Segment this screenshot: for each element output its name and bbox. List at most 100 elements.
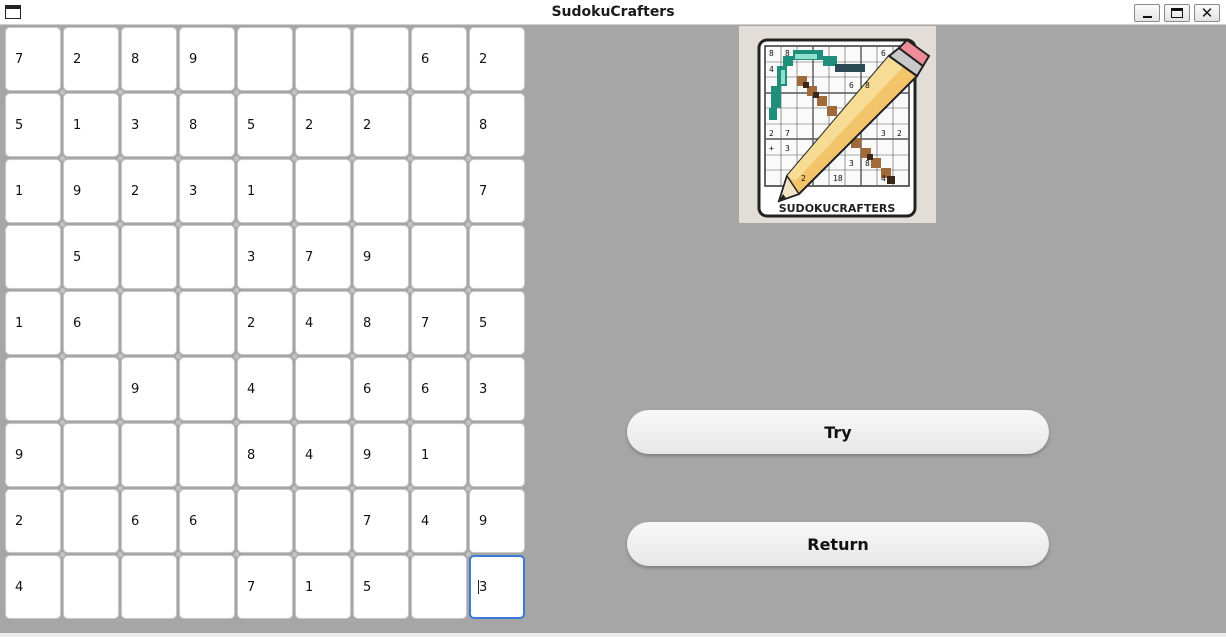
sudoku-cell[interactable]: 9	[179, 27, 235, 91]
sudoku-cell[interactable]: 3	[469, 555, 525, 619]
sudoku-cell[interactable]: 2	[5, 489, 61, 553]
sudoku-cell[interactable]: 4	[295, 291, 351, 355]
sudoku-cell[interactable]: 8	[179, 93, 235, 157]
sudoku-cell[interactable]: 1	[295, 555, 351, 619]
sudoku-cell[interactable]: 2	[121, 159, 177, 223]
sudoku-cell[interactable]: 8	[469, 93, 525, 157]
sudoku-cell[interactable]: 1	[411, 423, 467, 487]
sudoku-cell[interactable]: 9	[353, 225, 409, 289]
sudoku-cell[interactable]	[63, 423, 119, 487]
sudoku-cell[interactable]	[237, 27, 293, 91]
sudoku-cell[interactable]	[411, 159, 467, 223]
sudoku-cell[interactable]	[63, 357, 119, 421]
sudoku-cell[interactable]: 2	[353, 93, 409, 157]
sudoku-cell[interactable]: 3	[179, 159, 235, 223]
sudoku-cell[interactable]: 2	[63, 27, 119, 91]
sudoku-cell[interactable]: 9	[469, 489, 525, 553]
svg-text:2: 2	[897, 129, 902, 138]
sudoku-cell[interactable]: 7	[469, 159, 525, 223]
sudoku-cell[interactable]: 8	[121, 27, 177, 91]
sudoku-cell[interactable]	[295, 357, 351, 421]
sudoku-cell[interactable]: 9	[5, 423, 61, 487]
try-button[interactable]: Try	[627, 410, 1049, 454]
sudoku-cell[interactable]: 5	[63, 225, 119, 289]
sudoku-cell[interactable]: 3	[469, 357, 525, 421]
sudoku-cell[interactable]	[411, 555, 467, 619]
grid-junction	[117, 155, 123, 161]
cell-value: 9	[363, 249, 372, 265]
grid-junction	[407, 155, 413, 161]
grid-junction	[59, 419, 65, 425]
grid-junction	[465, 419, 471, 425]
sudoku-cell[interactable]: 1	[5, 291, 61, 355]
sudoku-cell[interactable]	[179, 357, 235, 421]
sudoku-cell[interactable]: 4	[5, 555, 61, 619]
sudoku-cell[interactable]	[469, 423, 525, 487]
sudoku-cell[interactable]: 6	[121, 489, 177, 553]
sudoku-cell[interactable]	[121, 225, 177, 289]
sudoku-cell[interactable]: 5	[237, 93, 293, 157]
sudoku-cell[interactable]	[63, 489, 119, 553]
sudoku-cell[interactable]	[411, 225, 467, 289]
sudoku-cell[interactable]: 6	[411, 357, 467, 421]
sudoku-cell[interactable]: 8	[237, 423, 293, 487]
sudoku-cell[interactable]	[179, 555, 235, 619]
sudoku-cell[interactable]	[63, 555, 119, 619]
sudoku-cell[interactable]: 8	[353, 291, 409, 355]
minimize-button[interactable]	[1134, 4, 1160, 22]
close-button[interactable]: ✕	[1194, 4, 1220, 22]
sudoku-cell[interactable]	[295, 159, 351, 223]
sudoku-cell[interactable]	[469, 225, 525, 289]
sudoku-cell[interactable]	[121, 423, 177, 487]
sudoku-cell[interactable]: 7	[237, 555, 293, 619]
grid-junction	[291, 419, 297, 425]
grid-junction	[291, 221, 297, 227]
sudoku-cell[interactable]: 7	[353, 489, 409, 553]
sudoku-cell[interactable]	[121, 291, 177, 355]
sudoku-cell[interactable]: 6	[63, 291, 119, 355]
sudoku-cell[interactable]: 2	[469, 27, 525, 91]
cell-value: 9	[479, 513, 488, 529]
title-bar[interactable]: SudokuCrafters ✕	[0, 0, 1226, 25]
sudoku-cell[interactable]: 6	[353, 357, 409, 421]
grid-junction	[291, 353, 297, 359]
sudoku-cell[interactable]: 7	[5, 27, 61, 91]
sudoku-cell[interactable]: 4	[237, 357, 293, 421]
sudoku-cell[interactable]	[5, 225, 61, 289]
sudoku-cell[interactable]	[295, 489, 351, 553]
sudoku-cell[interactable]: 9	[63, 159, 119, 223]
sudoku-cell[interactable]: 1	[63, 93, 119, 157]
sudoku-cell[interactable]	[295, 27, 351, 91]
sudoku-cell[interactable]: 9	[121, 357, 177, 421]
sudoku-cell[interactable]: 5	[5, 93, 61, 157]
sudoku-cell[interactable]	[411, 93, 467, 157]
sudoku-cell[interactable]: 3	[237, 225, 293, 289]
sudoku-cell[interactable]: 1	[237, 159, 293, 223]
sudoku-cell[interactable]: 2	[237, 291, 293, 355]
sudoku-cell[interactable]: 1	[5, 159, 61, 223]
sudoku-cell[interactable]: 6	[179, 489, 235, 553]
sudoku-cell[interactable]: 7	[295, 225, 351, 289]
maximize-button[interactable]	[1164, 4, 1190, 22]
sudoku-cell[interactable]	[353, 27, 409, 91]
sudoku-cell[interactable]: 6	[411, 27, 467, 91]
sudoku-cell[interactable]: 9	[353, 423, 409, 487]
return-button[interactable]: Return	[627, 522, 1049, 566]
sudoku-cell[interactable]	[237, 489, 293, 553]
sudoku-cell[interactable]	[179, 291, 235, 355]
sudoku-cell[interactable]	[179, 423, 235, 487]
sudoku-cell[interactable]: 4	[411, 489, 467, 553]
sudoku-cell[interactable]: 4	[295, 423, 351, 487]
sudoku-cell[interactable]	[121, 555, 177, 619]
sudoku-cell[interactable]: 5	[469, 291, 525, 355]
cell-value: 1	[15, 183, 24, 199]
cell-value: 5	[247, 117, 256, 133]
grid-junction	[233, 419, 239, 425]
sudoku-cell[interactable]: 2	[295, 93, 351, 157]
sudoku-cell[interactable]	[179, 225, 235, 289]
sudoku-cell[interactable]: 5	[353, 555, 409, 619]
sudoku-cell[interactable]: 3	[121, 93, 177, 157]
sudoku-cell[interactable]	[5, 357, 61, 421]
sudoku-cell[interactable]	[353, 159, 409, 223]
sudoku-cell[interactable]: 7	[411, 291, 467, 355]
